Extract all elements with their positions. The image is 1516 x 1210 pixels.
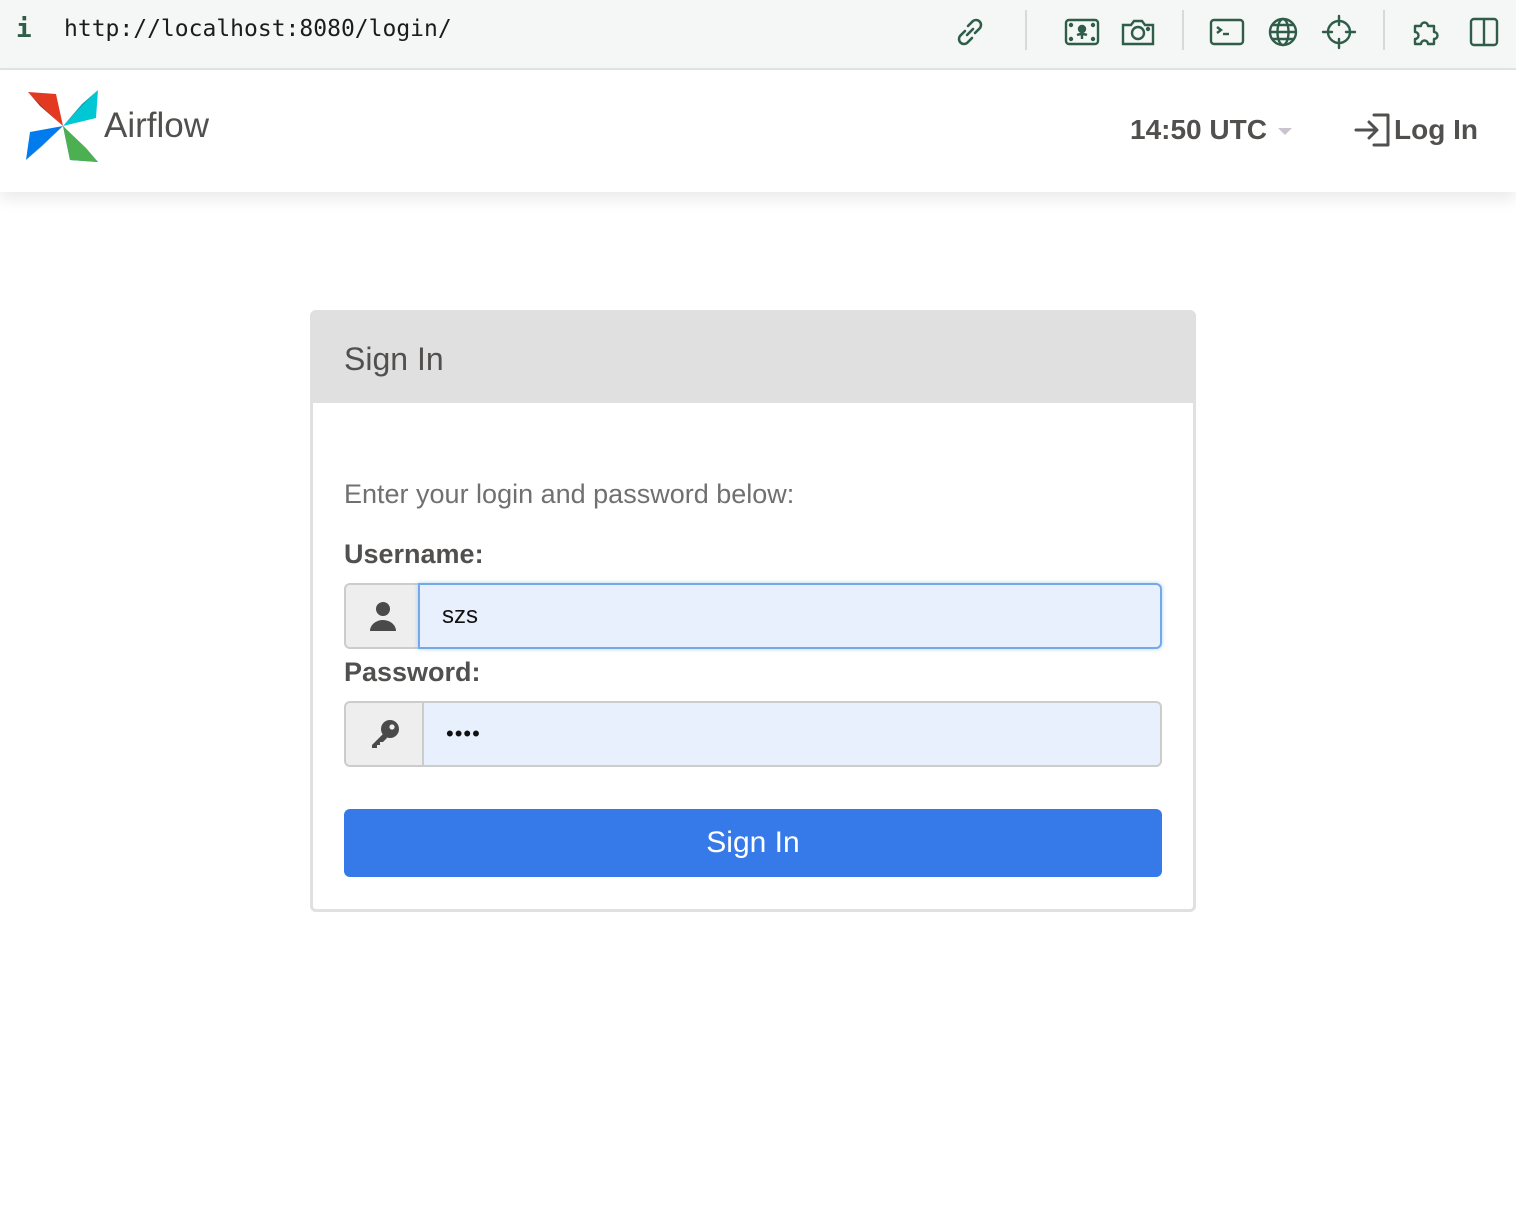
login-instructions: Enter your login and password below: bbox=[344, 479, 795, 509]
browser-toolbar: i http://localhost:8080/login/ bbox=[0, 0, 1516, 70]
password-addon bbox=[344, 701, 424, 767]
password-input-group bbox=[344, 701, 1162, 767]
panel-title: Sign In bbox=[344, 341, 444, 377]
toolbar-separator bbox=[1025, 10, 1027, 50]
panel-heading: Sign In bbox=[313, 313, 1193, 403]
username-input[interactable] bbox=[418, 583, 1162, 649]
key-icon bbox=[372, 720, 399, 748]
airflow-pinwheel-logo-icon bbox=[26, 90, 98, 162]
login-label[interactable]: Log In bbox=[1394, 114, 1478, 146]
clock-dropdown[interactable]: 14:50 UTC bbox=[1130, 114, 1267, 146]
password-input[interactable] bbox=[422, 701, 1162, 767]
link-icon[interactable] bbox=[952, 14, 988, 50]
brand-name[interactable]: Airflow bbox=[104, 106, 209, 146]
password-label: Password: bbox=[344, 657, 481, 687]
terminal-icon[interactable] bbox=[1209, 14, 1245, 50]
username-input-group bbox=[344, 583, 1162, 649]
chevron-down-icon[interactable] bbox=[1278, 128, 1292, 135]
camera-icon[interactable] bbox=[1120, 14, 1156, 50]
user-icon bbox=[370, 602, 396, 631]
username-addon bbox=[344, 583, 420, 649]
sign-in-icon bbox=[1354, 113, 1390, 147]
toolbar-separator bbox=[1383, 10, 1385, 50]
login-panel: Sign In Enter your login and password be… bbox=[310, 310, 1196, 912]
extension-puzzle-icon[interactable] bbox=[1409, 14, 1445, 50]
username-label: Username: bbox=[344, 539, 484, 569]
sign-in-button[interactable]: Sign In bbox=[344, 809, 1162, 877]
flower-screenshot-icon[interactable] bbox=[1064, 14, 1100, 50]
toolbar-separator bbox=[1182, 10, 1184, 50]
crosshair-icon[interactable] bbox=[1321, 14, 1357, 50]
site-info-icon[interactable]: i bbox=[16, 14, 32, 44]
globe-icon[interactable] bbox=[1265, 14, 1301, 50]
split-view-icon[interactable] bbox=[1466, 14, 1502, 50]
top-navbar: Airflow 14:50 UTC Log In bbox=[0, 70, 1516, 192]
address-bar[interactable]: http://localhost:8080/login/ bbox=[64, 16, 452, 42]
